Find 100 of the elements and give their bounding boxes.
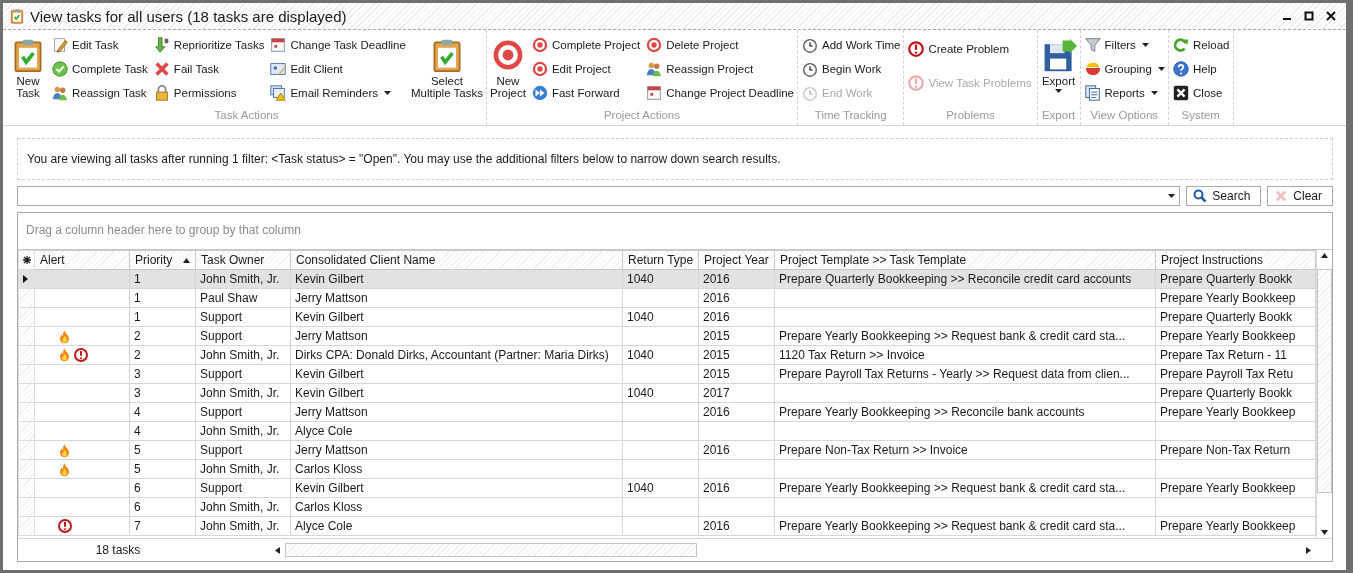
ribbon-button[interactable]: Reassign Task [50,83,149,103]
group-label: Project Actions [602,108,681,123]
table-row[interactable]: 5 John Smith, Jr. Carlos Kloss [18,459,1316,479]
ribbon-button[interactable]: Edit Project [529,59,642,79]
scroll-up-icon[interactable] [1321,252,1328,259]
caret-icon [384,91,392,95]
column-header[interactable]: Return Type [622,250,699,270]
ribbon-button[interactable]: Reprioritize Tasks [151,35,266,55]
table-row[interactable]: 4 Support Jerry Mattson 2016 Prepare Yearly Bookkeeping >> Reconcile bank accounts Prepare Yearly Bookkeep [18,402,1316,422]
table-cell: Prepare Payroll Tax Returns - Yearly >> Request data from clien... [774,364,1156,384]
ribbon-button[interactable]: Create Problem [906,39,1033,59]
column-header[interactable]: Project Instructions [1155,250,1316,270]
ribbon-button[interactable]: Grouping [1082,59,1167,79]
scroll-down-icon[interactable] [1321,529,1328,536]
ribbon-button[interactable]: Reassign Project [644,59,795,79]
table-cell: Kevin Gilbert [290,383,623,403]
ribbon-button[interactable]: Complete Task [50,59,149,79]
table-row[interactable]: 5 Support Jerry Mattson 2016 Prepare Non-Tax Return >> Invoice Prepare Non-Tax Return [18,440,1316,460]
ribbon-button[interactable]: Change Project Deadline [644,83,795,103]
table-cell: 7 [129,516,196,536]
scroll-right-icon[interactable] [1305,546,1312,554]
table-cell: 5 [129,459,196,479]
table-cell: Prepare Yearly Bookkeeping >> Request bank & credit card sta... [774,326,1156,346]
table-row[interactable]: 7 John Smith, Jr. Alyce Cole 2016 Prepare Yearly Bookkeeping >> Request bank & credit card sta... Prepare Yearly Bookkeep [18,516,1316,536]
ribbon-button[interactable]: Begin Work [800,59,902,79]
table-cell: 2016 [698,402,775,422]
table-cell: 4 [129,421,196,441]
close-icon[interactable] [1326,11,1336,21]
column-header[interactable]: Alert [34,250,130,270]
group-label: Problems [945,108,996,123]
ribbon-button[interactable]: Edit Client [268,59,407,79]
ribbon-button[interactable]: Complete Project [529,35,642,55]
target-icon [645,36,664,54]
table-cell: 4 [129,402,196,422]
target-icon [530,60,549,78]
group-label: View Options [1089,108,1160,123]
caret-icon [1158,67,1166,71]
table-cell: Support [195,478,291,498]
table-cell: Jerry Mattson [290,288,623,308]
ribbon-button[interactable]: Export [1039,35,1078,107]
column-header[interactable]: Task Owner [195,250,291,270]
table-row[interactable]: 6 Support Kevin Gilbert 1040 2016 Prepare Yearly Bookkeeping >> Request bank & credit card sta... Prepare Yearly Bookkeep [18,478,1316,498]
ribbon-button[interactable]: Fast Forward [529,83,642,103]
table-row[interactable]: 2 Support Jerry Mattson 2015 Prepare Yearly Bookkeeping >> Request bank & credit card sta... Prepare Yearly Bookkeep [18,326,1316,346]
table-row[interactable]: 1 John Smith, Jr. Kevin Gilbert 1040 2016 Prepare Quarterly Bookkeeping >> Reconcile credit card accounts Prepare Quarterly Bookk [18,269,1316,289]
cross-icon [1274,189,1289,203]
table-cell: 5 [129,440,196,460]
table-row[interactable]: 3 Support Kevin Gilbert 2015 Prepare Payroll Tax Returns - Yearly >> Request data from clien... Prepare Payroll Tax Retu [18,364,1316,384]
ribbon-button[interactable]: Add Work Time [800,35,902,55]
table-row[interactable]: 3 John Smith, Jr. Kevin Gilbert 1040 2017 Prepare Quarterly Bookk [18,383,1316,403]
table-cell: Prepare Non-Tax Return [1155,440,1316,460]
ribbon-button[interactable]: Reports [1082,83,1167,103]
ribbon-button[interactable]: Select Multiple Tasks [409,35,484,107]
calendar-icon [269,36,288,54]
column-header[interactable]: Project Year [698,250,775,270]
table-cell: John Smith, Jr. [195,421,291,441]
vertical-scrollbar[interactable] [1316,250,1332,538]
maximize-icon[interactable] [1304,11,1314,21]
table-row[interactable]: 4 John Smith, Jr. Alyce Cole [18,421,1316,441]
windows-icon [269,84,288,102]
column-header[interactable]: Project Template >> Task Template [774,250,1156,270]
ribbon-button[interactable]: Email Reminders [268,83,407,103]
ribbon-button[interactable]: Permissions [151,83,266,103]
table-cell: Prepare Tax Return - 11 [1155,345,1316,365]
ribbon-button[interactable]: Help [1171,59,1231,79]
card-icon [269,60,288,78]
alert-circle-icon [907,74,926,92]
scroll-left-icon[interactable] [274,546,281,554]
table-row[interactable]: 2 John Smith, Jr. Dirks CPA: Donald Dirks, Accountant (Partner: Maria Dirks) 1040 2015 1120 Tax Return >> Invoice Prepare Tax Return - 11 [18,345,1316,365]
search-button[interactable]: Search [1186,186,1262,206]
ribbon-button[interactable]: Change Task Deadline [268,35,407,55]
ribbon-button[interactable]: Close [1171,83,1231,103]
caret-icon [1142,43,1150,47]
table-cell: Support [195,307,291,327]
search-icon [1193,189,1208,203]
fast-forward-icon [530,84,549,102]
sort-arrow-icon[interactable] [183,256,190,264]
ribbon-button[interactable]: New Project [488,35,527,107]
pie-icon [1083,60,1102,78]
table-cell: 3 [129,364,196,384]
table-cell: 2016 [698,440,775,460]
table-cell: 3 [129,383,196,403]
table-cell: John Smith, Jr. [195,383,291,403]
ribbon-button[interactable]: New Task [9,35,47,107]
column-header[interactable]: Priority [129,250,196,270]
table-cell: Carlos Kloss [290,497,623,517]
ribbon-button[interactable]: Fail Task [151,59,266,79]
group-label: Time Tracking [813,108,888,123]
column-header[interactable]: Consolidated Client Name [290,250,623,270]
table-row[interactable]: 1 Paul Shaw Jerry Mattson 2016 Prepare Yearly Bookkeep [18,288,1316,308]
ribbon-button[interactable]: Reload [1171,35,1231,55]
table-row[interactable]: 1 Support Kevin Gilbert 1040 2016 Prepare Quarterly Bookk [18,307,1316,327]
ribbon-button[interactable]: Filters [1082,35,1167,55]
close-icon [1172,84,1191,102]
ribbon-button[interactable]: Delete Project [644,35,795,55]
dropdown-icon [1168,194,1176,198]
ribbon-button[interactable]: Edit Task [50,35,149,55]
table-row[interactable]: 6 John Smith, Jr. Carlos Kloss [18,497,1316,517]
refresh-icon [1172,36,1191,54]
asterisk-icon [23,256,31,264]
